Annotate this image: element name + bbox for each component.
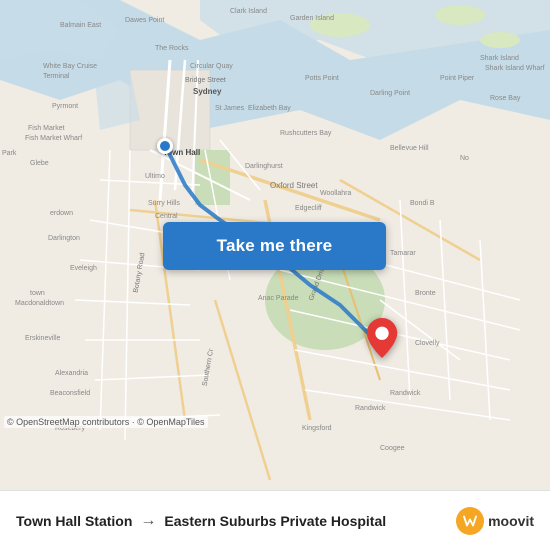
- svg-text:erdown: erdown: [50, 210, 73, 217]
- svg-text:Clovelly: Clovelly: [415, 340, 440, 347]
- origin-marker: [157, 138, 173, 154]
- svg-text:Anac Parade: Anac Parade: [258, 295, 299, 302]
- svg-text:Bridge Street: Bridge Street: [185, 77, 226, 84]
- destination-marker: [366, 318, 398, 363]
- moovit-icon: [456, 507, 484, 535]
- moovit-logo: moovit: [456, 507, 534, 535]
- svg-text:Fish Market Wharf: Fish Market Wharf: [25, 135, 82, 142]
- svg-text:Park: Park: [2, 150, 17, 157]
- svg-text:Central: Central: [155, 213, 178, 220]
- svg-text:Randwick: Randwick: [390, 390, 421, 397]
- svg-text:Edgecliff: Edgecliff: [295, 205, 322, 212]
- svg-text:Darlinghurst: Darlinghurst: [245, 163, 283, 170]
- svg-text:The Rocks: The Rocks: [155, 45, 189, 52]
- svg-text:Rushcutters Bay: Rushcutters Bay: [280, 130, 332, 137]
- svg-text:Alexandria: Alexandria: [55, 370, 88, 377]
- svg-text:Randwick: Randwick: [355, 405, 386, 412]
- svg-text:Kingsford: Kingsford: [302, 425, 332, 432]
- svg-text:Woollahra: Woollahra: [320, 190, 351, 197]
- arrow-icon: →: [140, 512, 156, 530]
- destination-hospital: Eastern Suburbs Private Hospital: [164, 513, 386, 529]
- svg-text:Balmain East: Balmain East: [60, 22, 101, 29]
- svg-text:Circular Quay: Circular Quay: [190, 63, 233, 70]
- origin-station: Town Hall Station: [16, 513, 132, 529]
- svg-text:Bronte: Bronte: [415, 290, 436, 297]
- svg-text:Bellevue Hill: Bellevue Hill: [390, 145, 429, 152]
- svg-text:Pyrmont: Pyrmont: [52, 103, 78, 110]
- svg-text:Tamarar: Tamarar: [390, 250, 416, 257]
- route-info: Town Hall Station → Eastern Suburbs Priv…: [16, 512, 386, 530]
- svg-text:Dawes Point: Dawes Point: [125, 17, 164, 24]
- svg-text:Point Piper: Point Piper: [440, 75, 475, 82]
- svg-text:Darling Point: Darling Point: [370, 90, 410, 97]
- svg-text:Terminal: Terminal: [43, 73, 70, 80]
- svg-text:Ultimo: Ultimo: [145, 173, 165, 180]
- svg-text:Beaconsfield: Beaconsfield: [50, 390, 90, 397]
- svg-text:Shark Island: Shark Island: [480, 55, 519, 62]
- svg-text:Shark Island Wharf: Shark Island Wharf: [485, 65, 545, 72]
- moovit-text: moovit: [488, 513, 534, 529]
- map-attribution: © OpenStreetMap contributors · © OpenMap…: [4, 416, 208, 428]
- svg-text:Elizabeth Bay: Elizabeth Bay: [248, 105, 291, 112]
- svg-text:St James: St James: [215, 105, 245, 112]
- svg-text:Fish Market: Fish Market: [28, 125, 65, 132]
- svg-text:Potts Point: Potts Point: [305, 75, 339, 82]
- svg-text:Oxford Street: Oxford Street: [270, 181, 318, 190]
- map-container: The Rocks Circular Quay Bridge Street Sy…: [0, 0, 550, 490]
- svg-text:Darlington: Darlington: [48, 235, 80, 242]
- svg-text:Surry Hills: Surry Hills: [148, 200, 180, 207]
- svg-text:Sydney: Sydney: [193, 87, 222, 96]
- svg-text:Garden Island: Garden Island: [290, 15, 334, 22]
- svg-text:Macdonaldtown: Macdonaldtown: [15, 300, 64, 307]
- footer-bar: Town Hall Station → Eastern Suburbs Priv…: [0, 490, 550, 550]
- svg-text:White Bay Cruise: White Bay Cruise: [43, 63, 97, 70]
- svg-text:No: No: [460, 155, 469, 162]
- svg-text:Eveleigh: Eveleigh: [70, 265, 97, 272]
- svg-text:Glebe: Glebe: [30, 160, 49, 167]
- svg-text:Rose Bay: Rose Bay: [490, 95, 521, 102]
- svg-text:town: town: [30, 290, 45, 297]
- svg-text:Erskineville: Erskineville: [25, 335, 61, 342]
- svg-text:Coogee: Coogee: [380, 445, 405, 452]
- svg-text:Clark Island: Clark Island: [230, 8, 267, 15]
- svg-text:Bondi B: Bondi B: [410, 200, 435, 207]
- take-me-there-button[interactable]: Take me there: [163, 222, 386, 270]
